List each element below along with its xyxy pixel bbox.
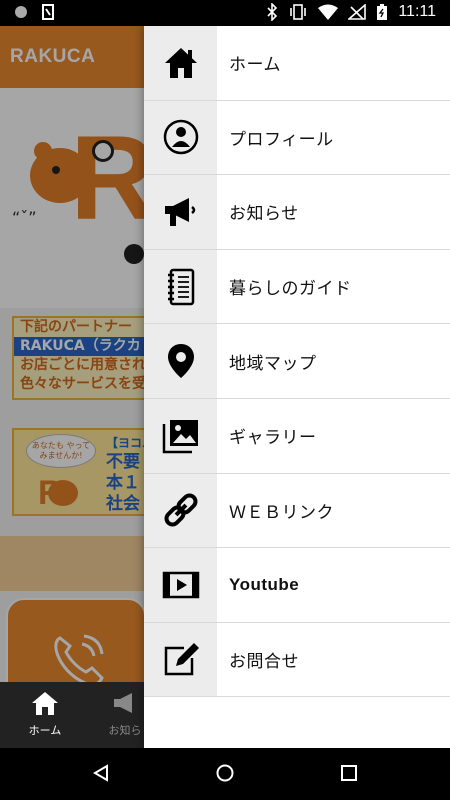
drawer-item-label: お問合せ — [229, 652, 299, 673]
menu-icon-box — [144, 249, 217, 324]
menu-icon-box — [144, 473, 217, 548]
wifi-icon — [318, 4, 339, 20]
signal-off-icon — [348, 4, 367, 20]
menu-icon-box — [144, 324, 217, 398]
back-icon[interactable] — [92, 764, 110, 782]
drawer-item-map[interactable]: 地域マップ — [144, 324, 450, 399]
megaphone-icon — [114, 693, 132, 713]
drawer-item-weblink[interactable]: ＷＥＢリンク — [144, 473, 450, 549]
menu-icon-box — [144, 622, 217, 697]
drawer-item-label: お知らせ — [229, 204, 299, 225]
drawer-item-gallery[interactable]: ギャラリー — [144, 398, 450, 474]
drawer-item-youtube[interactable]: Youtube — [144, 548, 450, 623]
profile-icon — [163, 120, 198, 155]
drawer-item-label: Youtube — [229, 574, 300, 594]
drawer-item-home[interactable]: ホーム — [144, 26, 450, 101]
drawer-item-label: ホーム — [229, 55, 281, 76]
drawer-item-news[interactable]: お知らせ — [144, 175, 450, 250]
drawer-item-label: 地域マップ — [229, 353, 317, 374]
home-icon — [32, 692, 58, 715]
drawer-item-profile[interactable]: プロフィール — [144, 100, 450, 176]
drawer-item-guide[interactable]: 暮らしのガイド — [144, 249, 450, 325]
gallery-icon — [162, 419, 198, 454]
edit-icon — [164, 642, 199, 675]
megaphone-icon — [164, 197, 195, 226]
menu-icon-box — [144, 175, 217, 249]
status-time: 11:11 — [398, 3, 436, 20]
battery-icon — [377, 4, 388, 20]
home-icon — [164, 47, 197, 78]
drawer-item-contact[interactable]: お問合せ — [144, 622, 450, 698]
bluetooth-icon — [267, 3, 278, 21]
video-icon — [162, 571, 199, 599]
home-button-icon[interactable] — [216, 764, 234, 782]
vibrate-icon — [290, 4, 307, 20]
system-nav-bar — [0, 748, 450, 800]
tab-home-label: ホーム — [28, 724, 62, 737]
navigation-drawer: ホーム プロフィール お知らせ 暮らしのガイド 地域マップ ギャラリー ＷＥＢリ… — [144, 26, 450, 748]
map-pin-icon — [167, 344, 194, 379]
drawer-item-label: プロフィール — [229, 129, 334, 150]
link-icon — [164, 493, 197, 527]
drawer-item-label: ＷＥＢリンク — [229, 502, 334, 523]
drawer-item-label: 暮らしのガイド — [229, 279, 352, 300]
menu-icon-box — [144, 398, 217, 473]
notification-square-icon — [42, 4, 54, 20]
tab-home[interactable]: ホーム — [0, 690, 90, 738]
recents-icon[interactable] — [340, 764, 358, 782]
notification-dot-icon — [15, 6, 27, 18]
menu-icon-box — [144, 548, 217, 622]
drawer-item-label: ギャラリー — [229, 428, 317, 449]
status-bar: 11:11 — [0, 0, 450, 26]
menu-icon-box — [144, 100, 217, 175]
menu-icon-box — [144, 26, 217, 100]
notebook-icon — [167, 268, 194, 305]
